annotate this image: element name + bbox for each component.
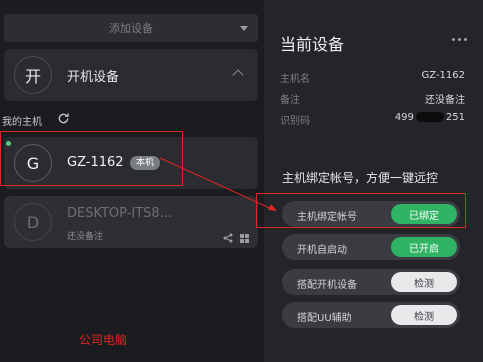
add-device-label: 添加设备 (109, 22, 153, 35)
autostart-row: 开机自启动 已开启 (282, 234, 460, 260)
toggle-label: 搭配开机设备 (297, 280, 357, 291)
panel-title: 当前设备 (280, 35, 345, 54)
device-name: DESKTOP-ITS8... (67, 206, 173, 221)
toggle-label: 搭配UU辅助 (297, 313, 352, 324)
device-card-desktop[interactable]: D DESKTOP-ITS8... 还没备注 (4, 196, 258, 248)
power-device-title: 开机设备 (67, 70, 120, 85)
annotation-text: 公司电脑 (79, 333, 128, 347)
my-host-label: 我的主机 (2, 117, 42, 128)
bind-account-heading: 主机绑定帐号，方便一键远控 (282, 171, 439, 185)
info-row-note: 备注 还没备注 (280, 91, 465, 106)
highlight-box-device (0, 131, 183, 186)
add-device-dropdown[interactable]: 添加设备 (4, 14, 258, 42)
redaction-mask (415, 112, 444, 122)
chevron-up-icon[interactable] (232, 69, 244, 81)
detect-button[interactable]: 检测 (391, 272, 457, 292)
info-key: 主机名 (280, 74, 310, 85)
id-code-prefix: 499 (394, 112, 414, 123)
info-key: 备注 (280, 95, 300, 106)
detect-button[interactable]: 检测 (391, 305, 457, 325)
info-value: GZ-1162 (421, 70, 465, 81)
device-note: 还没备注 (67, 232, 104, 242)
pair-uu-helper-row: 搭配UU辅助 检测 (282, 302, 460, 328)
id-code-value: 499 251 (395, 112, 465, 123)
caret-down-icon (240, 26, 248, 31)
info-row-hostname: 主机名 GZ-1162 (280, 70, 465, 85)
current-device-panel: 当前设备 主机名 GZ-1162 备注 还没备注 识别码 499 251 主机绑定… (264, 0, 483, 362)
power-device-avatar: 开 (14, 56, 52, 94)
info-value: 还没备注 (425, 95, 465, 106)
share-icon[interactable] (223, 233, 233, 243)
enabled-button[interactable]: 已开启 (391, 237, 457, 257)
power-on-device-card[interactable]: 开 开机设备 (4, 49, 258, 101)
info-row-id-code: 识别码 499 251 (280, 112, 465, 127)
more-icon[interactable] (452, 38, 467, 41)
info-key: 识别码 (280, 116, 310, 127)
pair-power-device-row: 搭配开机设备 检测 (282, 269, 460, 295)
id-code-suffix: 251 (445, 112, 465, 123)
toggle-label: 开机自启动 (297, 245, 347, 256)
refresh-icon[interactable] (57, 112, 70, 125)
device-avatar: D (14, 203, 52, 241)
windows-icon (240, 234, 249, 243)
highlight-box-bind (256, 193, 466, 228)
